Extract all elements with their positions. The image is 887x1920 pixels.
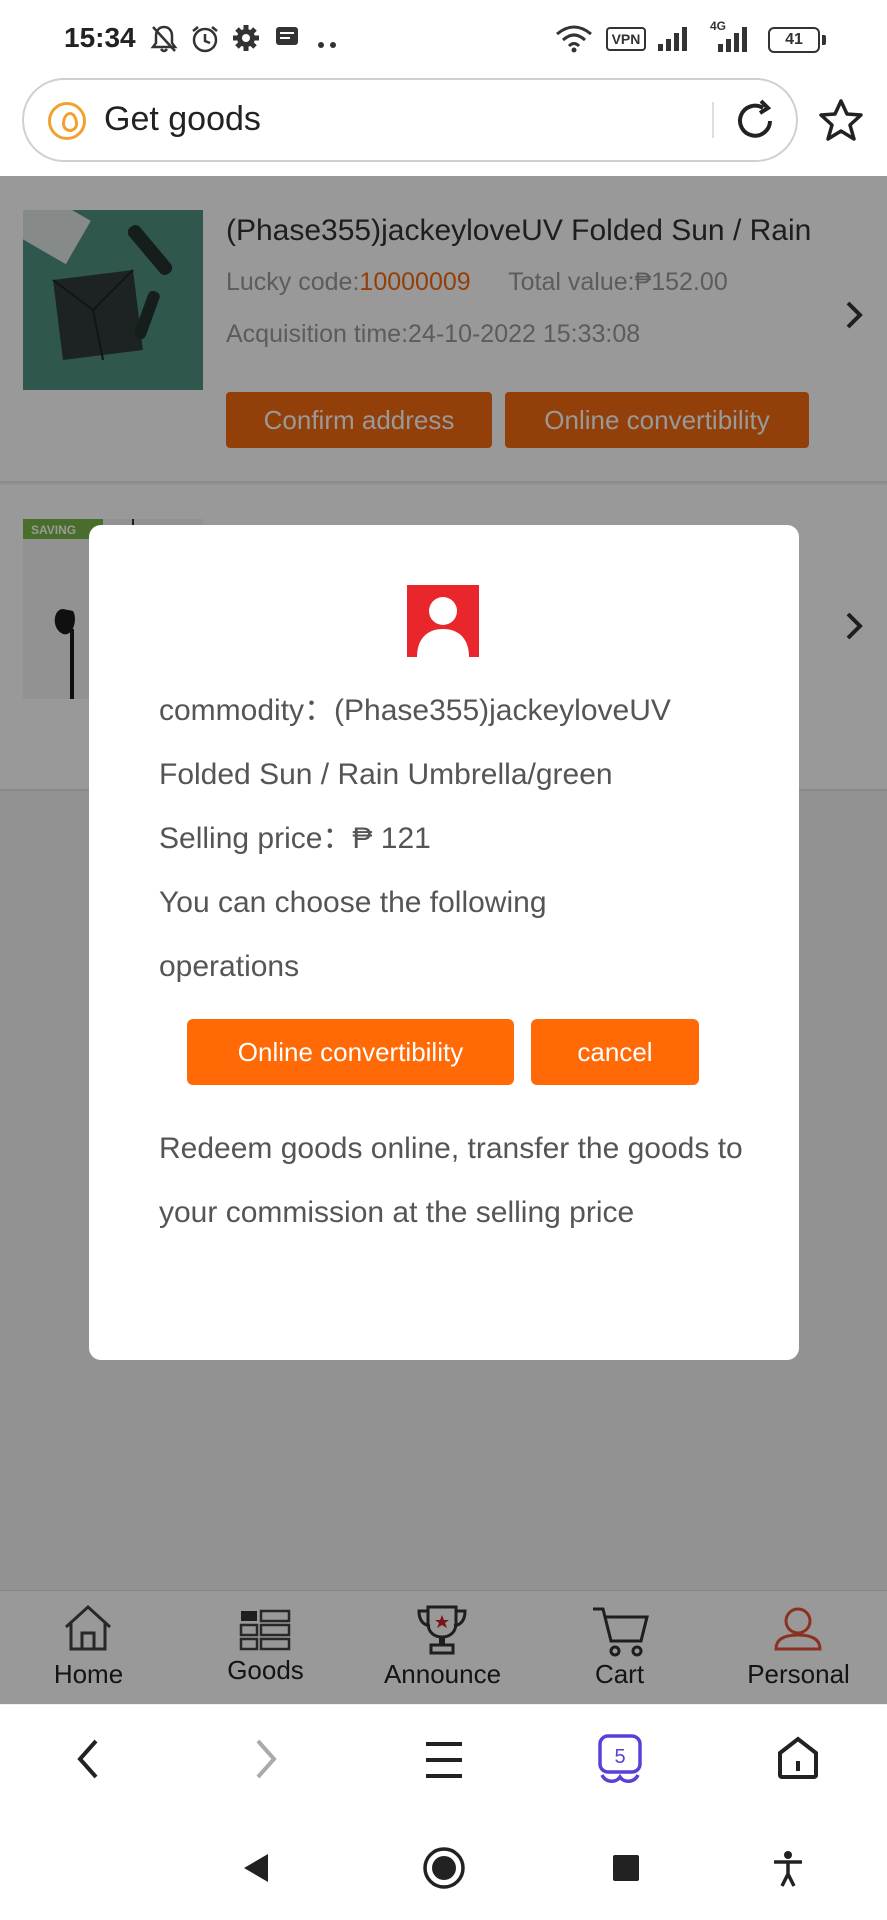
url-field[interactable]: Get goods bbox=[22, 78, 798, 162]
price-value: ₱ 121 bbox=[352, 822, 431, 855]
online-convertibility-button[interactable]: Online convertibility bbox=[187, 1019, 514, 1085]
home-icon[interactable] bbox=[776, 1735, 820, 1786]
commodity-label: commodity： bbox=[159, 694, 335, 727]
message-icon bbox=[274, 24, 300, 55]
accessibility-icon[interactable] bbox=[772, 1850, 804, 1893]
forward-icon[interactable] bbox=[250, 1735, 282, 1788]
prompt-text: You can choose the following operations bbox=[159, 886, 547, 983]
nav-back-icon[interactable] bbox=[242, 1852, 270, 1889]
status-time: 15:34 bbox=[64, 22, 136, 53]
price-label: Selling price： bbox=[159, 822, 353, 855]
avatar-icon bbox=[407, 585, 479, 657]
reload-icon[interactable] bbox=[732, 98, 778, 149]
back-icon[interactable] bbox=[72, 1735, 104, 1788]
gear-icon bbox=[232, 24, 260, 57]
battery-icon: 41 bbox=[768, 27, 826, 53]
browser-toolbar: 5 bbox=[0, 1704, 887, 1814]
wifi-icon bbox=[554, 24, 594, 59]
nav-home-icon[interactable] bbox=[422, 1846, 466, 1895]
page-title: Get goods bbox=[104, 100, 261, 138]
menu-icon[interactable] bbox=[424, 1739, 464, 1786]
address-bar: Get goods bbox=[0, 76, 887, 176]
cancel-button[interactable]: cancel bbox=[531, 1019, 699, 1085]
more-dots-icon bbox=[316, 36, 340, 54]
signal-icon bbox=[656, 24, 692, 57]
svg-text:4G: 4G bbox=[710, 19, 726, 33]
alarm-icon bbox=[190, 24, 220, 59]
nav-recents-icon[interactable] bbox=[612, 1854, 640, 1887]
star-icon[interactable] bbox=[818, 98, 864, 147]
bell-off-icon bbox=[150, 24, 178, 59]
description-text: Redeem goods online, transfer the goods … bbox=[159, 1132, 743, 1229]
droplet-icon bbox=[48, 102, 86, 140]
signal-4g-icon: 4G bbox=[706, 18, 754, 59]
price-text: Selling price：₱ 121 bbox=[159, 807, 739, 871]
system-nav-bar bbox=[0, 1814, 887, 1920]
commodity-text: commodity：(Phase355)jackeyloveUV Folded … bbox=[159, 679, 739, 807]
vpn-icon: VPN bbox=[606, 27, 646, 51]
convert-dialog: commodity：(Phase355)jackeyloveUV Folded … bbox=[89, 525, 799, 1360]
svg-text:5: 5 bbox=[614, 1746, 625, 1768]
status-bar: 15:34 VPN 4G 41 bbox=[0, 0, 887, 76]
tabs-icon[interactable]: 5 bbox=[596, 1733, 644, 1790]
divider bbox=[712, 102, 714, 138]
